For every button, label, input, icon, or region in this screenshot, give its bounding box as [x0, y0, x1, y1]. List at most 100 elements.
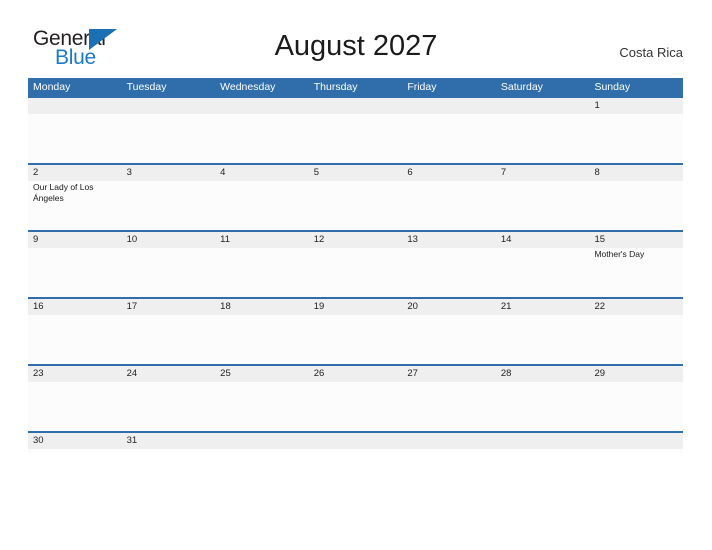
- day-number[interactable]: 3: [122, 165, 216, 181]
- day-number[interactable]: 15: [589, 232, 683, 248]
- day-event[interactable]: [402, 382, 496, 431]
- day-number[interactable]: 12: [309, 232, 403, 248]
- day-of-week-header: Monday Tuesday Wednesday Thursday Friday…: [28, 78, 683, 96]
- day-number[interactable]: 1: [589, 98, 683, 114]
- day-event[interactable]: [122, 114, 216, 163]
- week-row: 1: [28, 96, 683, 163]
- day-number[interactable]: 30: [28, 433, 122, 449]
- day-event[interactable]: [309, 248, 403, 297]
- day-event[interactable]: [402, 114, 496, 163]
- day-event[interactable]: [215, 315, 309, 364]
- day-number[interactable]: 10: [122, 232, 216, 248]
- day-number[interactable]: 24: [122, 366, 216, 382]
- region-label: Costa Rica: [619, 45, 683, 60]
- day-number[interactable]: [215, 433, 309, 449]
- week-row: 2 3 4 5 6 7 8 Our Lady of Los Ángeles: [28, 163, 683, 230]
- week-event-band: [28, 315, 683, 364]
- page-title: August 2027: [274, 30, 438, 62]
- day-number[interactable]: [309, 433, 403, 449]
- day-number[interactable]: 5: [309, 165, 403, 181]
- day-event[interactable]: [402, 248, 496, 297]
- day-number[interactable]: [496, 433, 590, 449]
- day-event[interactable]: [215, 181, 309, 230]
- day-number[interactable]: [28, 98, 122, 114]
- day-event[interactable]: [122, 315, 216, 364]
- day-number[interactable]: 14: [496, 232, 590, 248]
- day-event[interactable]: [122, 181, 216, 230]
- day-event[interactable]: Our Lady of Los Ángeles: [28, 181, 122, 230]
- day-event[interactable]: [215, 382, 309, 431]
- day-number[interactable]: 23: [28, 366, 122, 382]
- day-event[interactable]: [28, 248, 122, 297]
- day-number[interactable]: 18: [215, 299, 309, 315]
- dow-tuesday: Tuesday: [126, 81, 167, 93]
- day-number[interactable]: 26: [309, 366, 403, 382]
- day-number[interactable]: [215, 98, 309, 114]
- day-event[interactable]: Mother's Day: [589, 248, 683, 297]
- day-event[interactable]: [215, 248, 309, 297]
- dow-monday: Monday: [33, 81, 71, 93]
- week-event-band: Mother's Day: [28, 248, 683, 297]
- day-event[interactable]: [215, 114, 309, 163]
- day-number[interactable]: 22: [589, 299, 683, 315]
- week-event-band: Our Lady of Los Ángeles: [28, 181, 683, 230]
- day-number[interactable]: [402, 433, 496, 449]
- day-number[interactable]: [122, 98, 216, 114]
- day-event[interactable]: [589, 114, 683, 163]
- day-event[interactable]: [496, 181, 590, 230]
- day-number[interactable]: 17: [122, 299, 216, 315]
- calendar-grid: Monday Tuesday Wednesday Thursday Friday…: [28, 78, 683, 453]
- day-number[interactable]: 27: [402, 366, 496, 382]
- day-number[interactable]: [589, 433, 683, 449]
- day-event[interactable]: [402, 181, 496, 230]
- day-number[interactable]: 7: [496, 165, 590, 181]
- day-number[interactable]: [309, 98, 403, 114]
- day-event[interactable]: [28, 315, 122, 364]
- day-event[interactable]: [28, 382, 122, 431]
- dow-thursday: Thursday: [313, 81, 358, 93]
- day-event[interactable]: [309, 315, 403, 364]
- day-number[interactable]: 31: [122, 433, 216, 449]
- day-event[interactable]: [309, 114, 403, 163]
- dow-sunday: Sunday: [594, 81, 631, 93]
- day-event[interactable]: [496, 315, 590, 364]
- week-number-band: 1: [28, 98, 683, 114]
- dow-saturday: Saturday: [500, 81, 543, 93]
- day-event[interactable]: [402, 315, 496, 364]
- day-number[interactable]: 8: [589, 165, 683, 181]
- page-header: General Blue August 2027 Costa Rica: [0, 0, 712, 78]
- day-number[interactable]: 16: [28, 299, 122, 315]
- week-number-band: 23 24 25 26 27 28 29: [28, 366, 683, 382]
- day-number[interactable]: [496, 98, 590, 114]
- day-event[interactable]: [309, 181, 403, 230]
- day-event[interactable]: [28, 114, 122, 163]
- day-number[interactable]: 9: [28, 232, 122, 248]
- day-number[interactable]: [402, 98, 496, 114]
- day-event[interactable]: [122, 382, 216, 431]
- day-event[interactable]: [122, 248, 216, 297]
- day-event[interactable]: [589, 181, 683, 230]
- day-number[interactable]: 29: [589, 366, 683, 382]
- day-number[interactable]: 25: [215, 366, 309, 382]
- day-number[interactable]: 2: [28, 165, 122, 181]
- week-row: 23 24 25 26 27 28 29: [28, 364, 683, 431]
- day-event[interactable]: [589, 315, 683, 364]
- week-event-band: [28, 382, 683, 431]
- day-number[interactable]: 11: [215, 232, 309, 248]
- day-event[interactable]: [309, 382, 403, 431]
- week-event-band: [28, 114, 683, 163]
- day-event[interactable]: [496, 114, 590, 163]
- day-number[interactable]: 28: [496, 366, 590, 382]
- dow-wednesday: Wednesday: [220, 81, 276, 93]
- day-number[interactable]: 4: [215, 165, 309, 181]
- day-number[interactable]: 21: [496, 299, 590, 315]
- day-number[interactable]: 20: [402, 299, 496, 315]
- day-event[interactable]: [496, 248, 590, 297]
- day-event[interactable]: [589, 382, 683, 431]
- day-event[interactable]: [496, 382, 590, 431]
- dow-friday: Friday: [407, 81, 437, 93]
- week-row: 9 10 11 12 13 14 15 Mother's Day: [28, 230, 683, 297]
- day-number[interactable]: 19: [309, 299, 403, 315]
- day-number[interactable]: 6: [402, 165, 496, 181]
- day-number[interactable]: 13: [402, 232, 496, 248]
